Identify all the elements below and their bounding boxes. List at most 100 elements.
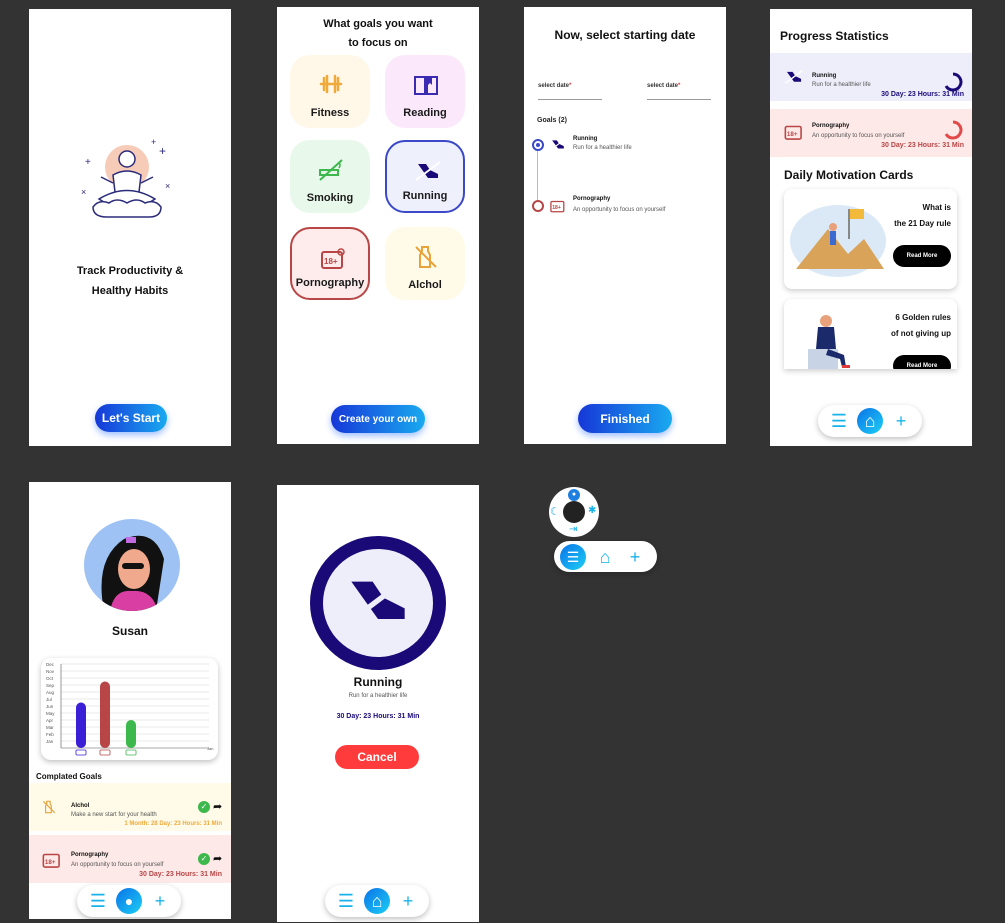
share-icon[interactable]: ➦: [213, 800, 222, 813]
logout-icon[interactable]: ⇥: [569, 524, 577, 535]
date-label: select date: [538, 83, 570, 89]
home-icon[interactable]: ⌂: [364, 888, 390, 914]
radio-pornography[interactable]: [532, 200, 544, 212]
start-date-field[interactable]: select date*: [538, 83, 602, 100]
card-line1: 6 Golden rules: [895, 313, 951, 322]
bottom-navbar: ☰ ⌂ +: [325, 885, 429, 917]
y-tick-label: Feb: [46, 732, 54, 737]
motivation-card[interactable]: 6 Golden rules of not giving up Read Mor…: [784, 299, 957, 369]
goals-bar-chart: Jan Feb Mar Apr May Jun Jul Aug Sep Oct Nov Dec Jan: [46, 662, 213, 756]
goal-title-line1: What goals you want: [323, 18, 433, 30]
stat-timer: 30 Day: 23 Hours: 31 Min: [881, 142, 964, 149]
timeline-line: [537, 151, 538, 205]
radial-menu-center[interactable]: [563, 501, 585, 523]
running-shoe-icon: [344, 574, 412, 627]
add-icon[interactable]: +: [622, 544, 648, 570]
category-icon-running: [75, 749, 87, 756]
x-end-label: Jan: [207, 746, 213, 751]
goal-subtitle: Run for a healthier life: [348, 693, 408, 699]
user-name: Susan: [111, 624, 148, 638]
goal-timer: 30 Day: 23 Hours: 31 Min: [139, 871, 222, 878]
goals-header: Goals (2): [537, 117, 567, 124]
home-icon[interactable]: ⌂: [857, 408, 883, 434]
completed-goal-alchol[interactable]: Alchol Make a new start for your health …: [29, 783, 231, 831]
svg-text:+: +: [85, 157, 91, 168]
svg-text:18+: 18+: [787, 131, 798, 138]
page-title: Now, select starting date: [554, 28, 696, 42]
goal-label: Running: [402, 190, 448, 202]
y-tick-label: Sep: [46, 683, 55, 688]
book-icon: [414, 76, 438, 95]
radial-menu: ● ☾ ✱ ⇥: [549, 487, 599, 537]
bottom-navbar: ☰ ● +: [77, 885, 181, 917]
goal-tile-running[interactable]: Running: [385, 140, 465, 213]
meditation-illustration-icon: + + × × +: [81, 137, 170, 218]
profile-screen: Susan Jan Feb Mar Apr May Jun Jul Aug Sep Oct Nov D…: [29, 482, 231, 919]
card-line2: the 21 Day rule: [894, 219, 951, 228]
avatar: [84, 519, 180, 611]
cancel-button[interactable]: Cancel: [335, 745, 419, 769]
user-icon[interactable]: ●: [568, 489, 580, 501]
lets-start-button[interactable]: Let's Start: [95, 404, 167, 432]
motivation-card[interactable]: What is the 21 Day rule Read More: [784, 189, 957, 289]
progress-chart-card: Jan Feb Mar Apr May Jun Jul Aug Sep Oct Nov Dec Jan: [41, 658, 218, 760]
goal-tile-smoking[interactable]: Smoking: [290, 140, 370, 213]
share-icon[interactable]: ➦: [213, 852, 222, 865]
progress-ring-icon: [944, 72, 963, 92]
moon-icon[interactable]: ☾: [550, 505, 560, 518]
card-line2: of not giving up: [891, 329, 951, 338]
page-title: Progress Statistics: [780, 29, 889, 43]
svg-text:×: ×: [165, 181, 170, 191]
settings-icon[interactable]: ✱: [588, 505, 596, 516]
start-date-screen: Now, select starting date select date* s…: [524, 7, 726, 444]
running-shoe-icon: [785, 69, 803, 84]
menu-icon[interactable]: ☰: [333, 888, 359, 914]
menu-icon[interactable]: ☰: [560, 544, 586, 570]
stat-row-pornography[interactable]: 18+ Pornography An opportunity to focus …: [770, 109, 972, 157]
stat-row-running[interactable]: Running Run for a healthier life 30 Day:…: [770, 53, 972, 101]
goal-selection-screen: What goals you want to focus on Fitness …: [277, 7, 479, 444]
woman-avatar-icon: [101, 535, 164, 611]
goal-subtitle: Run for a healthier life: [573, 145, 632, 151]
add-icon[interactable]: +: [147, 888, 173, 914]
progress-ring-icon: [944, 120, 963, 140]
home-icon[interactable]: ⌂: [592, 544, 618, 570]
goal-label: Fitness: [310, 107, 350, 119]
goal-title-line2: to focus on: [348, 37, 408, 49]
read-more-button[interactable]: Read More: [893, 355, 951, 369]
reading-person-illustration-icon: [808, 315, 850, 369]
goal-label: Reading: [403, 107, 447, 119]
goal-title: Running: [573, 136, 598, 142]
create-your-own-button[interactable]: Create your own: [331, 405, 425, 433]
goal-tile-pornography[interactable]: 18+ Pornography: [290, 227, 370, 300]
mountain-flag-illustration-icon: [790, 205, 886, 277]
bar-pornography: [100, 681, 110, 748]
svg-text:18+: 18+: [324, 257, 338, 266]
y-tick-label: Jan: [46, 739, 54, 744]
goal-tile-alchol[interactable]: Alchol: [385, 227, 465, 300]
read-more-button[interactable]: Read More: [893, 245, 951, 267]
bottom-navbar: ☰ ⌂ +: [818, 405, 922, 437]
goal-subtitle: An opportunity to focus on yourself: [573, 207, 666, 213]
add-icon[interactable]: +: [395, 888, 421, 914]
end-date-field[interactable]: select date*: [647, 83, 711, 100]
y-tick-label: May: [46, 711, 55, 716]
goal-timer: 30 Day: 23 Hours: 31 Min: [336, 713, 420, 720]
menu-icon[interactable]: ☰: [826, 408, 852, 434]
tagline-line2: Healthy Habits: [91, 285, 169, 297]
no-alcohol-icon: [415, 246, 437, 268]
running-shoe-icon: [415, 161, 441, 181]
y-tick-label: Dec: [46, 662, 55, 667]
dumbbell-icon: [319, 74, 343, 94]
bar-smoking: [126, 720, 136, 748]
add-icon[interactable]: +: [888, 408, 914, 434]
completed-goal-pornography[interactable]: 18+ Pornography An opportunity to focus …: [29, 835, 231, 883]
finished-button[interactable]: Finished: [578, 404, 672, 433]
menu-icon[interactable]: ☰: [85, 888, 111, 914]
radio-running[interactable]: [532, 139, 544, 151]
profile-icon[interactable]: ●: [116, 888, 142, 914]
goal-badge: [310, 536, 446, 670]
required-mark: *: [678, 83, 681, 89]
goal-tile-fitness[interactable]: Fitness: [290, 55, 370, 128]
goal-tile-reading[interactable]: Reading: [385, 55, 465, 128]
